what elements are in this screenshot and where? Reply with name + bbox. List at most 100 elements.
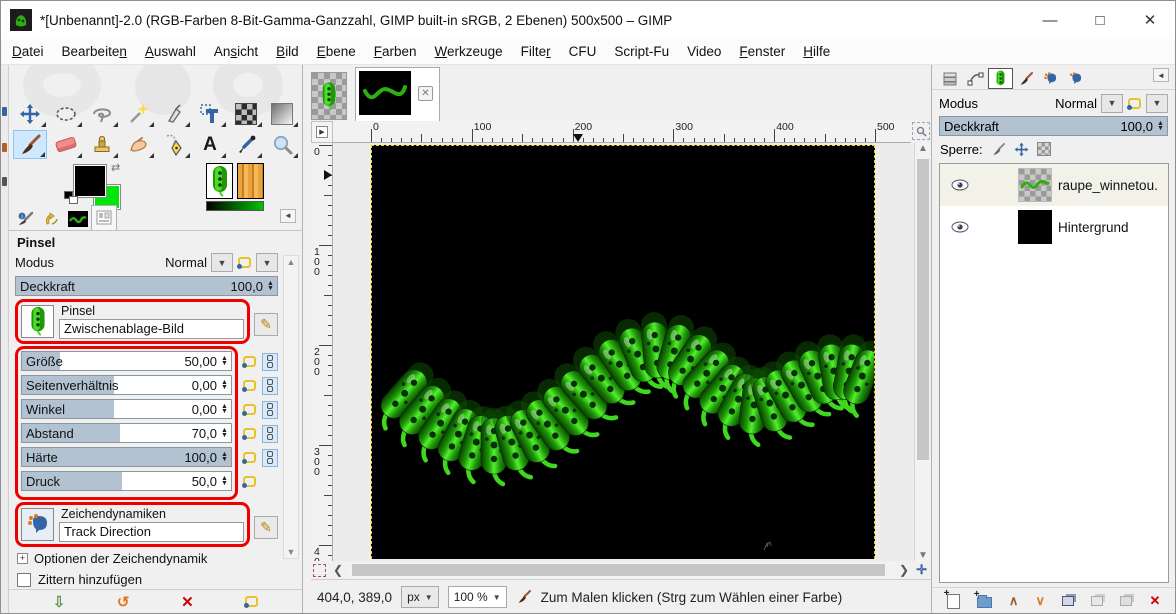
swap-colors-icon[interactable]: ⇄ xyxy=(111,161,120,174)
menu-item-datei[interactable]: Datei xyxy=(3,41,53,62)
canvas-viewport[interactable] xyxy=(333,143,914,561)
zoom-dropdown[interactable]: 100 % ▼ xyxy=(447,586,507,608)
minimize-button[interactable]: — xyxy=(1025,1,1075,39)
delete-options-button[interactable]: ✕ xyxy=(181,593,194,611)
ellipse-select-tool[interactable] xyxy=(49,99,83,128)
dynamics-options-expander[interactable]: + Optionen der Zeichendynamik xyxy=(17,550,278,567)
edit-brush-button[interactable]: ✎ xyxy=(254,312,278,336)
new-group-button[interactable] xyxy=(974,589,992,608)
lock-paint-icon[interactable] xyxy=(991,142,1006,157)
duplicate-layer-button[interactable] xyxy=(1062,596,1075,606)
param-spinner[interactable]: ▲ ▼ xyxy=(219,424,230,442)
menu-item-bild[interactable]: Bild xyxy=(267,41,308,62)
vertical-ruler[interactable]: 01 0 02 0 03 0 04 0 0 xyxy=(311,143,333,561)
mode-reset-icon[interactable] xyxy=(237,257,251,270)
param-slider-5[interactable]: Druck 50,0 ▲ ▼ xyxy=(21,470,232,491)
tab-brushes[interactable] xyxy=(988,68,1013,89)
color-picker-tool[interactable] xyxy=(229,130,263,159)
dynamics-name-field[interactable]: Track Direction xyxy=(59,521,244,542)
layer-mode-dropdown[interactable]: ▼ xyxy=(1101,93,1123,113)
free-select-tool[interactable] xyxy=(85,99,119,128)
tab-tool-options[interactable]: i xyxy=(13,208,39,230)
restore-options-button[interactable]: ↺ xyxy=(117,593,130,611)
lower-layer-button[interactable]: ∨ xyxy=(1035,593,1045,609)
active-pattern-preview[interactable] xyxy=(237,163,264,199)
zoom-tool[interactable] xyxy=(265,130,299,159)
horizontal-ruler[interactable]: 0 100 200 300 400 500 xyxy=(333,121,911,143)
tab-history[interactable] xyxy=(39,208,65,230)
pan-view-icon[interactable]: ✛ xyxy=(912,562,931,578)
menu-item-video[interactable]: Video xyxy=(678,41,730,62)
transform-tool[interactable] xyxy=(193,99,227,128)
param-slider-4[interactable]: Härte 100,0 ▲ ▼ xyxy=(21,446,232,467)
menu-item-filter[interactable]: Filter xyxy=(512,41,560,62)
close-image-icon[interactable]: ✕ xyxy=(418,85,433,101)
layer-row-1[interactable]: Hintergrund xyxy=(940,206,1168,248)
layer-opacity-spinner[interactable]: ▲ ▼ xyxy=(1155,117,1166,135)
param-reset-icon[interactable] xyxy=(242,476,256,489)
visibility-eye-icon[interactable] xyxy=(948,221,972,233)
param-reset-icon[interactable] xyxy=(242,356,256,369)
tab-device-status[interactable] xyxy=(91,204,117,230)
brush-thumbnail[interactable] xyxy=(21,304,54,338)
tab-dynamics-editor[interactable] xyxy=(1063,68,1088,89)
opacity-spinner[interactable]: ▲ ▼ xyxy=(265,277,276,295)
smudge-tool[interactable] xyxy=(121,130,155,159)
lock-alpha-icon[interactable] xyxy=(1036,142,1051,156)
active-brush-preview[interactable] xyxy=(206,163,233,199)
image-tab-active[interactable]: ✕ xyxy=(355,67,440,121)
layer-row-0[interactable]: raupe_winnetou. xyxy=(940,164,1168,206)
menu-item-fenster[interactable]: Fenster xyxy=(730,41,794,62)
brush-name-field[interactable]: Zwischenablage-Bild xyxy=(59,318,244,339)
delete-layer-button[interactable]: ✕ xyxy=(1149,593,1160,609)
layer-thumbnail[interactable] xyxy=(1018,168,1052,202)
param-spinner[interactable]: ▲ ▼ xyxy=(219,448,230,466)
save-options-button[interactable]: ⇩ xyxy=(53,593,66,611)
layer-mode-extra-dropdown[interactable]: ▼ xyxy=(1146,93,1168,113)
ink-tool[interactable] xyxy=(157,130,191,159)
raise-layer-button[interactable]: ∧ xyxy=(1009,593,1019,609)
lock-position-icon[interactable] xyxy=(1014,142,1029,157)
layer-opacity-slider[interactable]: Deckkraft 100,0 ▲ ▼ xyxy=(939,116,1168,136)
tab-image-thumbnail[interactable] xyxy=(65,208,91,230)
param-chain-icon[interactable] xyxy=(262,352,278,371)
mode-extra-dropdown[interactable]: ▼ xyxy=(256,253,278,273)
move-tool[interactable] xyxy=(13,99,47,128)
visibility-eye-icon[interactable] xyxy=(948,179,972,191)
horizontal-scrollbar[interactable] xyxy=(346,562,897,578)
menu-item-werkzeuge[interactable]: Werkzeuge xyxy=(426,41,512,62)
scissors-select-tool[interactable] xyxy=(157,99,191,128)
clone-tool[interactable] xyxy=(85,130,119,159)
param-spinner[interactable]: ▲ ▼ xyxy=(219,352,230,370)
maximize-button[interactable]: □ xyxy=(1075,1,1125,39)
eraser-tool[interactable] xyxy=(49,130,83,159)
param-chain-icon[interactable] xyxy=(262,376,278,395)
mode-dropdown[interactable]: ▼ xyxy=(211,253,233,273)
menu-item-farben[interactable]: Farben xyxy=(365,41,426,62)
scroll-right-icon[interactable]: ❯ xyxy=(896,564,912,576)
param-slider-2[interactable]: Winkel 0,00 ▲ ▼ xyxy=(21,398,232,419)
vertical-scrollbar[interactable]: ▲ ▼ xyxy=(914,143,931,561)
tab-dynamics[interactable] xyxy=(1038,68,1063,89)
param-spinner[interactable]: ▲ ▼ xyxy=(219,376,230,394)
layer-mode-reset-icon[interactable] xyxy=(1127,97,1141,110)
menu-item-scriptfu[interactable]: Script-Fu xyxy=(605,41,678,62)
param-slider-0[interactable]: Größe 50,00 ▲ ▼ xyxy=(21,350,232,371)
toolbox-collapse-button[interactable]: ◄ xyxy=(280,208,296,223)
close-button[interactable]: ✕ xyxy=(1125,1,1175,39)
opacity-slider[interactable]: Deckkraft 100,0 ▲ ▼ xyxy=(15,275,278,296)
menu-item-ansicht[interactable]: Ansicht xyxy=(205,41,267,62)
param-chain-icon[interactable] xyxy=(262,448,278,467)
new-layer-button[interactable] xyxy=(944,588,960,609)
param-spinner[interactable]: ▲ ▼ xyxy=(219,400,230,418)
reset-options-button[interactable] xyxy=(244,596,259,609)
gradient-tool[interactable] xyxy=(265,99,299,128)
edit-dynamics-button[interactable]: ✎ xyxy=(254,515,278,539)
layer-thumbnail[interactable] xyxy=(1018,210,1052,244)
text-tool[interactable]: A xyxy=(193,130,227,159)
image-canvas[interactable] xyxy=(371,145,884,559)
menu-item-ebene[interactable]: Ebene xyxy=(308,41,365,62)
paintbrush-tool[interactable] xyxy=(13,130,47,159)
merge-layer-button[interactable] xyxy=(1120,596,1133,606)
unit-dropdown[interactable]: px ▼ xyxy=(401,586,439,608)
